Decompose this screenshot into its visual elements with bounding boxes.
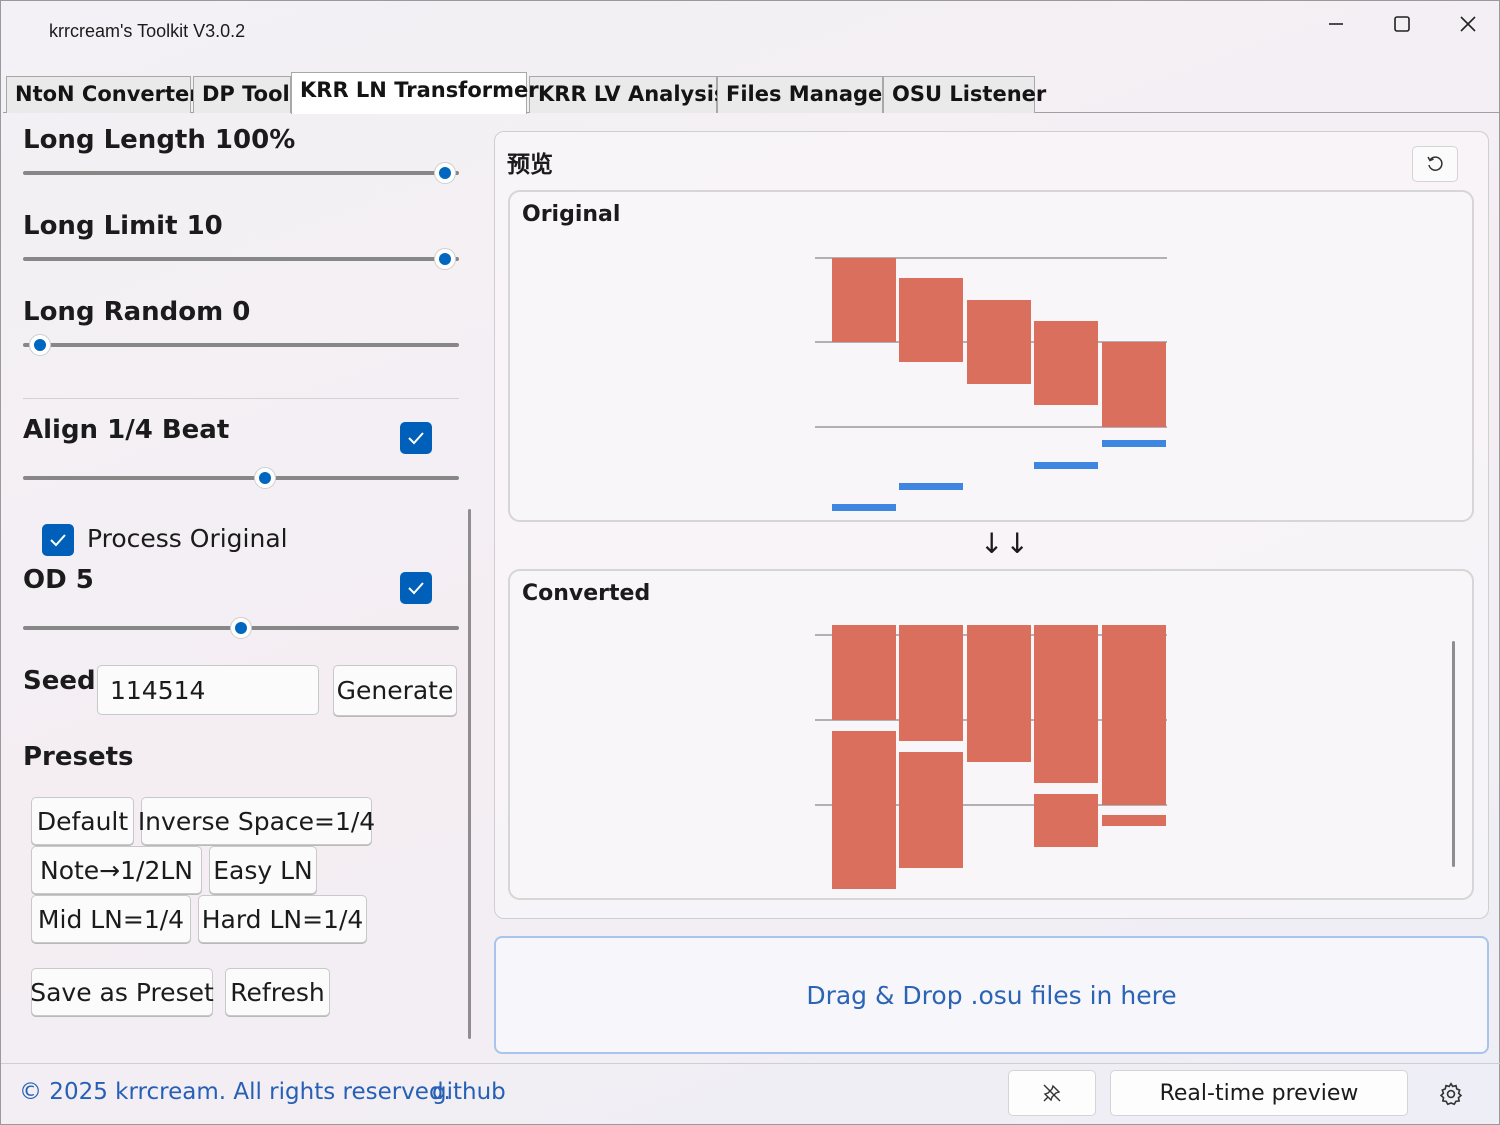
minimize-button[interactable] xyxy=(1303,1,1369,47)
align-slider[interactable] xyxy=(23,467,459,489)
refresh-presets-button[interactable]: Refresh xyxy=(225,968,330,1016)
slider-track xyxy=(23,343,459,347)
od-checkbox[interactable] xyxy=(400,572,432,604)
window-title: krrcream's Toolkit V3.0.2 xyxy=(49,21,246,41)
tap-note xyxy=(899,483,963,490)
slider-thumb[interactable] xyxy=(230,617,252,639)
od-label: OD 5 xyxy=(23,565,94,595)
long-length-slider[interactable] xyxy=(23,162,459,184)
process-original-label: Process Original xyxy=(87,524,288,553)
converted-scrollbar[interactable] xyxy=(1452,641,1455,867)
preset-hard-ln-button[interactable]: Hard LN=1/4 xyxy=(198,895,367,943)
long-limit-slider[interactable] xyxy=(23,248,459,270)
long-note xyxy=(1034,794,1098,847)
tab-krr-lv-analysis[interactable]: KRR LV Analysis xyxy=(529,76,726,113)
title-bar: krrcream's Toolkit V3.0.2 xyxy=(1,1,1500,67)
long-note xyxy=(832,258,896,342)
tab-nton-converter[interactable]: NtoN Converter xyxy=(6,76,200,113)
converted-preview-card: Converted xyxy=(508,569,1474,900)
seed-label: Seed xyxy=(23,666,96,696)
slider-thumb[interactable] xyxy=(254,467,277,489)
rotate-icon xyxy=(1427,156,1443,171)
preview-refresh-button[interactable] xyxy=(1412,146,1458,182)
tab-bar: NtoN Converter DP Tool KRR LN Transforme… xyxy=(3,71,1499,114)
generate-button[interactable]: Generate xyxy=(333,665,457,716)
tab-osu-listener[interactable]: OSU Listener xyxy=(883,76,1046,113)
long-length-label: Long Length 100% xyxy=(23,125,296,155)
drop-zone-text: Drag & Drop .osu files in here xyxy=(806,980,1177,1010)
slider-track xyxy=(23,476,459,480)
pin-toggle-button[interactable] xyxy=(1008,1070,1096,1116)
tap-note xyxy=(1034,462,1098,469)
checkmark-icon xyxy=(50,534,66,547)
long-limit-label: Long Limit 10 xyxy=(23,211,223,241)
conversion-arrows: ↓↓ xyxy=(980,527,1031,560)
maximize-icon xyxy=(1394,16,1410,32)
process-original-checkbox[interactable] xyxy=(42,524,74,556)
tab-files-manager[interactable]: Files Manager xyxy=(717,76,893,113)
maximize-button[interactable] xyxy=(1369,1,1435,47)
slider-track xyxy=(23,171,459,175)
close-icon xyxy=(1460,16,1476,32)
long-note xyxy=(967,625,1031,762)
save-as-preset-button[interactable]: Save as Preset xyxy=(30,968,214,1016)
presets-title: Presets xyxy=(23,742,134,772)
long-note xyxy=(899,278,963,362)
seed-input[interactable]: 114514 xyxy=(97,665,319,715)
osu-file-drop-zone[interactable]: Drag & Drop .osu files in here xyxy=(494,936,1489,1054)
long-note xyxy=(1102,342,1166,427)
long-note xyxy=(1102,625,1166,805)
copyright-text: © 2025 krrcream. All rights reserved. xyxy=(19,1079,451,1105)
gear-icon[interactable] xyxy=(1438,1081,1464,1107)
tap-note xyxy=(832,504,896,511)
slider-thumb[interactable] xyxy=(434,162,456,184)
slider-thumb[interactable] xyxy=(434,248,456,270)
preset-default-button[interactable]: Default xyxy=(31,797,134,845)
long-note xyxy=(967,300,1031,384)
tab-krr-ln-transformer[interactable]: KRR LN Transformer xyxy=(291,72,539,114)
github-link[interactable]: github xyxy=(432,1079,506,1105)
close-button[interactable] xyxy=(1435,1,1500,47)
long-note xyxy=(899,625,963,741)
preview-title: 预览 xyxy=(507,152,553,178)
long-note xyxy=(899,752,963,868)
unpin-icon xyxy=(1043,1084,1061,1102)
preset-easy-ln-button[interactable]: Easy LN xyxy=(209,846,317,894)
align-label: Align 1/4 Beat xyxy=(23,415,230,445)
realtime-preview-toggle[interactable]: Real-time preview xyxy=(1110,1070,1408,1116)
app-window: krrcream's Toolkit V3.0.2 NtoN Converter… xyxy=(0,0,1500,1125)
slider-thumb[interactable] xyxy=(29,334,51,356)
original-chart xyxy=(815,257,1167,511)
long-random-slider[interactable] xyxy=(23,334,459,356)
preset-mid-ln-button[interactable]: Mid LN=1/4 xyxy=(31,895,191,943)
align-checkbox[interactable] xyxy=(400,422,432,454)
converted-chart xyxy=(815,625,1167,889)
long-note xyxy=(1034,321,1098,405)
checkmark-icon xyxy=(408,582,424,595)
long-random-label: Long Random 0 xyxy=(23,297,251,327)
long-note xyxy=(832,625,896,720)
preset-note-half-ln-button[interactable]: Note→1/2LN xyxy=(31,846,202,894)
checkmark-icon xyxy=(408,432,424,445)
original-preview-card: Original xyxy=(508,190,1474,522)
preset-inverse-space-button[interactable]: Inverse Space=1/4 xyxy=(138,797,375,845)
left-panel-scrollbar[interactable] xyxy=(468,509,471,1039)
minimize-icon xyxy=(1329,23,1343,25)
long-note xyxy=(1034,625,1098,783)
long-note xyxy=(832,731,896,889)
long-note xyxy=(1102,815,1166,826)
section-divider xyxy=(23,398,459,399)
slider-track xyxy=(23,257,459,261)
tab-dp-tool[interactable]: DP Tool xyxy=(193,76,291,113)
tap-note xyxy=(1102,440,1166,447)
footer-divider xyxy=(1,1063,1500,1064)
od-slider[interactable] xyxy=(23,617,459,639)
